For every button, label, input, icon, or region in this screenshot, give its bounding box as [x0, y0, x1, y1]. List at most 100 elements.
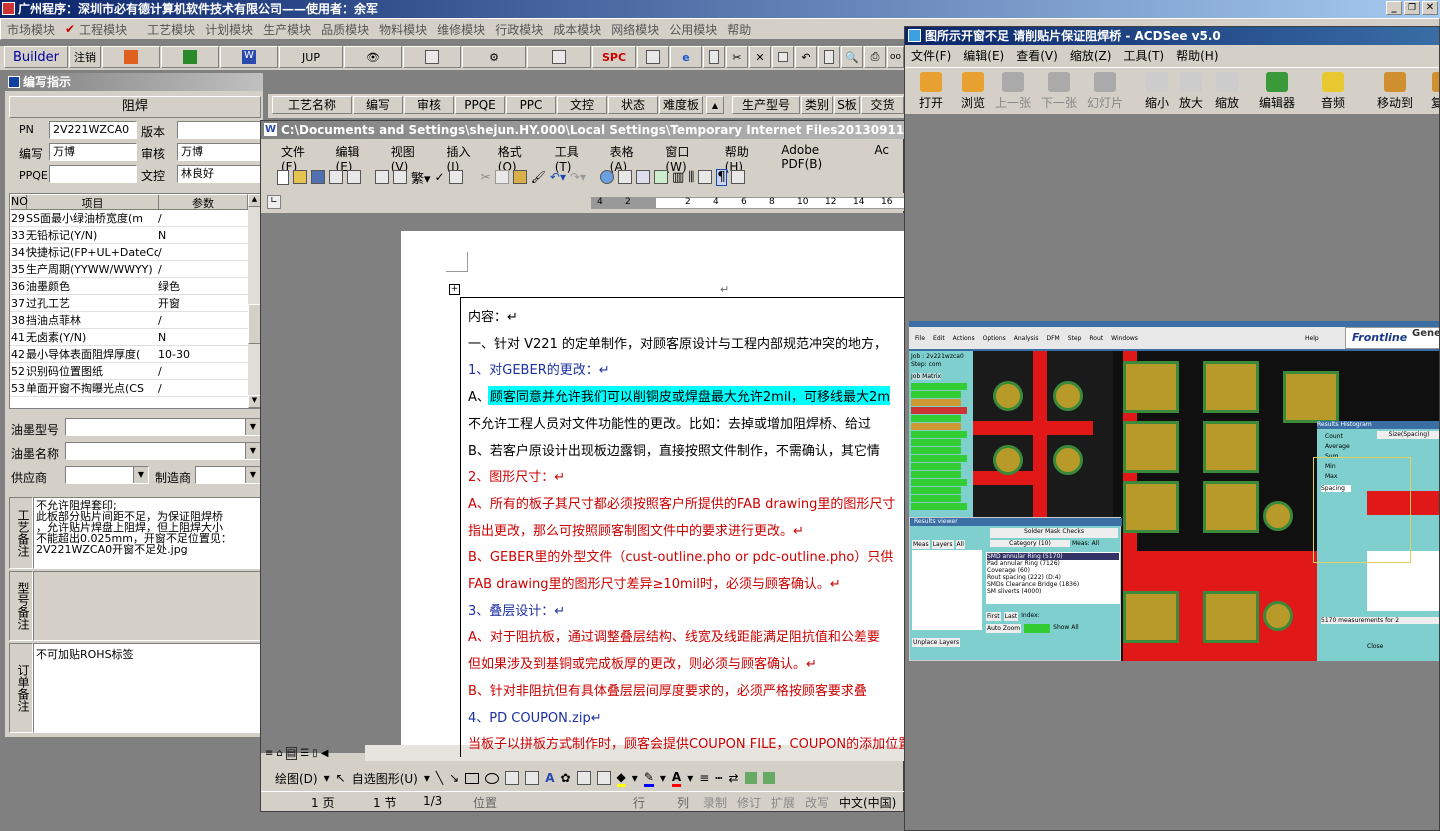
cut-icon[interactable]: ✂: [481, 170, 491, 184]
toolbar-icon-5[interactable]: [403, 46, 461, 68]
save-button[interactable]: [772, 46, 794, 68]
copy-button[interactable]: 复制: [1421, 69, 1439, 113]
table-row[interactable]: 53 单面开窗不掏曝光点(CS /: [10, 380, 248, 397]
line-icon[interactable]: ╲: [436, 771, 443, 785]
arrow-style-icon[interactable]: ⇄: [729, 771, 739, 785]
acdsee-menu-item[interactable]: 缩放(Z): [1070, 47, 1112, 65]
proof-field[interactable]: 林良好: [177, 165, 261, 183]
tab-scroll-up[interactable]: ▲: [706, 96, 724, 114]
doc-line[interactable]: A、对于阻抗板，通过调整叠层结构、线宽及线距能满足阻抗值和公差要: [468, 626, 880, 645]
tab-category[interactable]: 类别: [801, 96, 833, 114]
doc-line[interactable]: A、顾客同意并允许我们可以削铜皮或焊盘最大允许2mil，可移线最大2m: [468, 386, 890, 406]
shadow-icon[interactable]: [744, 772, 757, 784]
table-row[interactable]: 34 快捷标记(FP+UL+DateCo /: [10, 244, 248, 261]
open-button[interactable]: 打开: [909, 69, 953, 113]
doc-line[interactable]: 但如果涉及到基铜或完成板厚的更改，则必须与顾客确认。↵: [468, 653, 817, 672]
close-button[interactable]: ✕: [1422, 1, 1438, 15]
hyperlink-icon[interactable]: [600, 170, 615, 184]
undo-button[interactable]: ↶: [795, 46, 817, 68]
doc-line[interactable]: B、若客户原设计出现板边露铜，直接按照文件制作，不需确认，其它情: [468, 440, 880, 459]
web-view-icon[interactable]: ⌂: [276, 748, 282, 759]
craft-notes[interactable]: 不允许阻焊套印; 此板部分贴片间距不足，为保证阻焊桥 ，允许贴片焊盘上阻焊，但上…: [33, 497, 261, 569]
tab-ppc[interactable]: PPC: [506, 96, 556, 114]
doc-line[interactable]: FAB drawing里的图形尺寸差异≥10mil时，必须与顾客确认。↵: [468, 573, 841, 592]
clipart-icon[interactable]: [576, 771, 591, 785]
cut-button[interactable]: ✂: [726, 46, 748, 68]
acdsee-menu-item[interactable]: 文件(F): [911, 47, 951, 65]
format-painter-icon[interactable]: 🖌: [531, 170, 546, 184]
table-row[interactable]: 41 无卤素(Y/N) N: [10, 329, 248, 346]
tab-ppqe[interactable]: PPQE: [455, 96, 505, 114]
tab-prod-model[interactable]: 生产型号: [732, 96, 800, 114]
jup-button[interactable]: JUP: [279, 46, 343, 68]
review-field[interactable]: 万博: [177, 143, 261, 161]
tab-status[interactable]: 状态: [608, 96, 658, 114]
menu-plan[interactable]: 计划模块: [205, 21, 253, 38]
autoshape-menu[interactable]: 自选图形(U): [352, 770, 418, 787]
line-style-icon[interactable]: ≡: [699, 771, 709, 785]
save-icon[interactable]: [311, 170, 325, 184]
word-menu-item[interactable]: 文件(F): [281, 143, 320, 174]
read-icon[interactable]: [730, 170, 745, 184]
doc-line[interactable]: 不允许工程人员对文件功能性的更改。比如：去掉或增加阻焊桥、给过: [468, 413, 871, 432]
zoom-button[interactable]: 缩放: [1205, 69, 1249, 113]
table-row[interactable]: 29 SS面最小绿油桥宽度(m /: [10, 210, 248, 227]
font-color-icon[interactable]: A: [671, 770, 682, 787]
browse-button[interactable]: 浏览: [951, 69, 995, 113]
tab-doc[interactable]: 文控: [557, 96, 607, 114]
new-doc-button[interactable]: [703, 46, 725, 68]
toolbar-icon-7[interactable]: [527, 46, 591, 68]
menu-material[interactable]: 物料模块: [379, 21, 427, 38]
show-hide-icon[interactable]: ¶: [716, 168, 727, 186]
menu-market[interactable]: 市场模块: [7, 21, 55, 38]
acdsee-menu-item[interactable]: 帮助(H): [1176, 47, 1218, 65]
toolbar-icon-4[interactable]: 👁: [344, 46, 402, 68]
word-menu-item[interactable]: 表格(A): [610, 143, 650, 174]
menu-network[interactable]: 网络模块: [611, 21, 659, 38]
toolbar-icon-1[interactable]: [102, 46, 160, 68]
restore-button[interactable]: ❐: [1404, 1, 1420, 15]
status-rec[interactable]: 录制: [703, 794, 727, 811]
copy-icon[interactable]: [494, 170, 509, 184]
word-menu-item[interactable]: Adobe PDF(B): [781, 143, 860, 171]
delete-button[interactable]: ✕: [749, 46, 771, 68]
preview-button[interactable]: [818, 46, 840, 68]
doc-line[interactable]: 当板子以拼板方式制作时，顾客会提供COUPON FILE，COUPON的添加位置: [468, 733, 904, 752]
version-field[interactable]: [177, 121, 261, 139]
doc-line[interactable]: 2、图形尺寸：↵: [468, 466, 565, 485]
ink-model-select[interactable]: [65, 418, 261, 436]
ppqe-field[interactable]: [49, 165, 137, 183]
tab-write[interactable]: 编写: [353, 96, 403, 114]
tab-review[interactable]: 审核: [404, 96, 454, 114]
toolbar-icon-3[interactable]: W: [220, 46, 278, 68]
ink-name-select[interactable]: [65, 442, 261, 460]
doc-line[interactable]: 3、叠层设计：↵: [468, 600, 565, 619]
prev-button[interactable]: 上一张: [991, 69, 1035, 113]
table-row[interactable]: 37 过孔工艺 开窗: [10, 295, 248, 312]
word-menu-item[interactable]: 格式(O): [498, 143, 539, 174]
supplier-select[interactable]: [65, 466, 149, 484]
table-row[interactable]: 36 油墨颜色 绿色: [10, 278, 248, 295]
insert-excel-icon[interactable]: [654, 170, 669, 184]
redo-icon[interactable]: ↷▾: [570, 170, 586, 184]
print-icon[interactable]: [375, 170, 389, 184]
undo-icon[interactable]: ↶▾: [550, 170, 566, 184]
normal-view-icon[interactable]: ≡: [265, 748, 273, 759]
document-map-icon[interactable]: [698, 170, 713, 184]
word-menu-item[interactable]: 帮助(H): [725, 143, 766, 174]
slideshow-button[interactable]: 幻灯片: [1083, 69, 1127, 113]
logout-button[interactable]: 注销: [69, 46, 101, 68]
hscroll-left-icon[interactable]: ◀: [321, 748, 329, 759]
wordart-icon[interactable]: A: [545, 771, 554, 785]
move-to-button[interactable]: 移动到: [1373, 69, 1417, 113]
doc-line[interactable]: 4、PD COUPON.zip↵: [468, 707, 602, 726]
toolbar-icon-9[interactable]: e: [670, 46, 702, 68]
binoculars-button[interactable]: oo: [887, 46, 904, 68]
print-view-icon[interactable]: ▤: [285, 746, 298, 760]
rectangle-icon[interactable]: [465, 772, 480, 784]
tables-borders-icon[interactable]: [618, 170, 633, 184]
model-notes[interactable]: [33, 571, 261, 641]
doc-line[interactable]: 一、针对 V221 的定单制作，对顾客原设计与工程内部规范冲突的地方，: [468, 333, 887, 352]
tab-difficulty[interactable]: 难度板: [659, 96, 703, 114]
outline-view-icon[interactable]: ☰: [300, 748, 309, 759]
